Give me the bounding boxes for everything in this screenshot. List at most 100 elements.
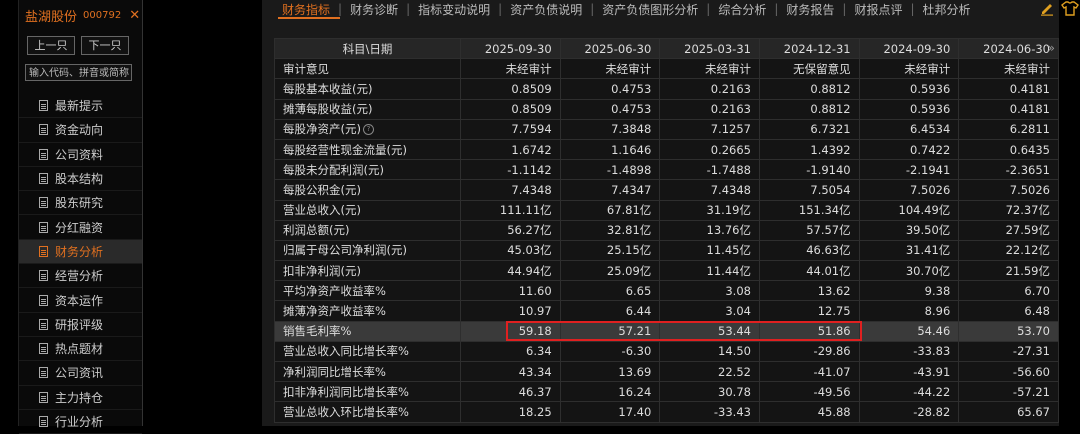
doc-icon <box>39 318 48 330</box>
tab[interactable]: 资产负债图形分析 <box>594 1 706 18</box>
tab[interactable]: 杜邦分析 <box>915 1 979 18</box>
table-cell: 30.70亿 <box>858 260 960 282</box>
table-cell: -29.86 <box>758 340 860 363</box>
table-cell: 30.78 <box>659 381 760 403</box>
sidebar-item[interactable]: 研报评级 <box>19 313 142 337</box>
table-cell: 57.57亿 <box>758 219 860 241</box>
table-cell: -33.83 <box>858 340 960 363</box>
doc-icon <box>39 343 48 355</box>
table-cell: 45.03亿 <box>460 239 561 262</box>
doc-icon <box>39 221 48 233</box>
sidebar-item[interactable]: 热点题材 <box>19 337 142 362</box>
column-header-date: 2025-03-31 <box>659 37 760 60</box>
doc-icon <box>39 245 48 257</box>
table-cell: 9.38 <box>858 280 960 302</box>
table-cell: 25.15亿 <box>559 239 661 262</box>
table-row: 营业总收入环比增长率% 18.25 17.40 -33.43 45.88 -28.82 65… <box>274 401 1059 423</box>
table-cell: 7.1257 <box>659 118 760 140</box>
sidebar-item[interactable]: 最新提示 <box>19 94 142 119</box>
tab[interactable]: 财务诊断 <box>342 1 406 18</box>
sidebar-item[interactable]: 资本运作 <box>19 288 142 313</box>
table-row: 每股经营性现金流量(元) 1.6742 1.1646 0.2665 1.4392 0.74… <box>274 138 1059 161</box>
stock-search-input[interactable]: 输入代码、拼音或简称 <box>25 64 132 81</box>
table-cell: 27.59亿 <box>958 219 1059 241</box>
tab[interactable]: 指标变动说明 <box>410 1 498 18</box>
row-label-text: 每股公积金(元) <box>283 182 361 197</box>
table-cell: 45.88 <box>758 401 860 423</box>
tab[interactable]: 财报点评 <box>846 1 910 18</box>
shirt-icon[interactable] <box>1061 0 1079 16</box>
table-cell: 未经审计 <box>858 58 960 80</box>
table-cell: 0.8812 <box>758 98 860 120</box>
prev-stock-button[interactable]: 上一只 <box>27 36 75 55</box>
row-label: 净利润同比增长率% <box>274 360 461 383</box>
sidebar-item[interactable]: 主力持仓 <box>19 386 142 410</box>
table-row: 摊薄每股收益(元) 0.8509 0.4753 0.2163 0.8812 0.5936 0… <box>274 98 1059 120</box>
table-cell: 8.96 <box>858 300 960 322</box>
sidebar-item-label: 主力持仓 <box>55 390 104 405</box>
table-cell: 0.2163 <box>659 78 760 100</box>
table-cell: 54.46 <box>858 320 960 342</box>
sidebar-item[interactable]: 资金动向 <box>19 118 142 143</box>
next-stock-button[interactable]: 下一只 <box>81 36 129 55</box>
table-cell: 59.18 <box>460 320 561 342</box>
table-cell: 未经审计 <box>460 58 561 80</box>
table-cell: -2.1941 <box>858 159 960 181</box>
row-label: 每股基本收益(元) <box>274 78 461 100</box>
table-row: 每股净资产(元)? 7.7594 7.3848 7.1257 6.7321 6.4534 6… <box>274 118 1059 140</box>
row-label-text: 审计意见 <box>283 61 329 76</box>
sidebar-item[interactable]: 经营分析 <box>19 264 142 289</box>
sidebar-item[interactable]: 分红融资 <box>19 215 142 240</box>
tab[interactable]: 财务指标 <box>274 1 338 18</box>
sidebar-item[interactable]: 股东研究 <box>19 191 142 216</box>
sidebar-item[interactable]: 股本结构 <box>19 167 142 192</box>
table-cell: 39.50亿 <box>858 219 960 241</box>
table-row: 审计意见 未经审计 未经审计 未经审计 无保留意见 未经审计 未经审计 <box>274 58 1059 80</box>
table-cell: 6.4534 <box>858 118 960 140</box>
sidebar-item[interactable]: 公司资料 <box>19 143 142 167</box>
table-cell: 18.25 <box>460 401 561 423</box>
row-label: 每股未分配利润(元) <box>274 159 461 181</box>
edit-icon[interactable] <box>1039 0 1055 16</box>
table-cell: 7.4348 <box>460 179 561 201</box>
table-cell: 0.2163 <box>659 98 760 120</box>
table-cell: 6.34 <box>460 340 561 363</box>
table-row: 归属于母公司净利润(元) 45.03亿 25.15亿 11.45亿 46.63亿 31.4… <box>274 239 1059 262</box>
table-cell: 51.86 <box>758 320 860 342</box>
help-icon[interactable]: ? <box>362 124 374 136</box>
table-cell: 13.76亿 <box>659 219 760 241</box>
more-columns-icon[interactable]: » <box>1048 41 1055 55</box>
table-cell: 0.8812 <box>758 78 860 100</box>
sidebar-item[interactable]: 行业分析 <box>19 410 142 434</box>
table-row: 销售毛利率% 59.18 57.21 53.44 51.86 54.46 53.70 <box>274 320 1059 342</box>
tab[interactable]: 综合分析 <box>710 1 774 18</box>
table-cell: 53.44 <box>659 320 760 342</box>
table-cell: 3.04 <box>659 300 760 322</box>
table-cell: -6.30 <box>559 340 661 363</box>
table-cell: 无保留意见 <box>758 58 860 80</box>
sidebar-item[interactable]: 公司资讯 <box>19 361 142 386</box>
table-cell: 7.5026 <box>858 179 960 201</box>
financial-indicators-table: 科目\日期 2025-09-30 2025-06-30 2025-03-31 2024-… <box>274 37 1059 423</box>
table-cell: -1.1142 <box>460 159 561 181</box>
table-cell: 56.27亿 <box>460 219 561 241</box>
column-header-date: 2025-09-30 <box>460 37 561 60</box>
row-label-text: 摊薄净资产收益率% <box>283 304 386 319</box>
sidebar-item[interactable]: 财务分析 <box>19 239 142 265</box>
tab[interactable]: 财务报告 <box>778 1 842 18</box>
doc-icon <box>39 100 48 112</box>
row-label: 每股公积金(元) <box>274 179 461 201</box>
table-cell: 44.01亿 <box>758 260 860 282</box>
row-label-text: 每股未分配利润(元) <box>283 162 384 177</box>
row-label: 销售毛利率% <box>274 320 461 342</box>
table-cell: -1.9140 <box>758 159 860 181</box>
close-icon[interactable]: ✕ <box>129 8 140 23</box>
sidebar-item-label: 股东研究 <box>55 196 104 211</box>
table-cell: 46.37 <box>460 381 561 403</box>
stock-name: 盐湖股份 <box>25 9 78 25</box>
table-cell: 1.1646 <box>559 138 661 161</box>
row-label-text: 每股经营性现金流量(元) <box>283 142 407 157</box>
row-label: 平均净资产收益率% <box>274 280 461 302</box>
table-header-row: 科目\日期 2025-09-30 2025-06-30 2025-03-31 2024-… <box>274 37 1059 60</box>
tab[interactable]: 资产负债说明 <box>502 1 590 18</box>
